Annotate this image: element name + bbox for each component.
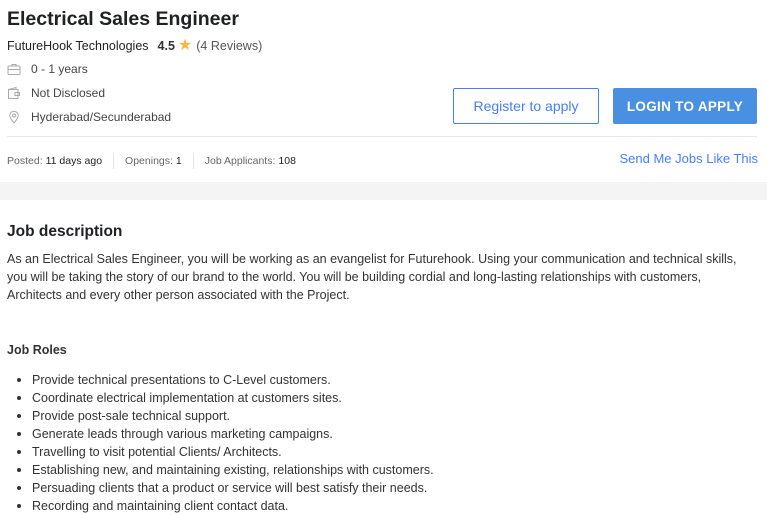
openings-label: Openings: [125, 155, 173, 167]
send-me-jobs-like-this-link[interactable]: Send Me Jobs Like This [620, 151, 759, 166]
list-item: Establishing new, and maintaining existi… [7, 461, 434, 479]
register-to-apply-button[interactable]: Register to apply [453, 88, 599, 124]
job-description-text: As an Electrical Sales Engineer, you wil… [7, 252, 737, 302]
company-name[interactable]: FutureHook Technologies [7, 39, 149, 53]
job-title: Electrical Sales Engineer [7, 8, 239, 30]
job-roles-list: Provide technical presentations to C-Lev… [7, 371, 434, 515]
posted-value: 11 days ago [45, 155, 103, 167]
job-roles-heading: Job Roles [7, 343, 67, 357]
applicants-label: Job Applicants: [204, 155, 276, 167]
applicants-stat: Job Applicants: 108 [205, 155, 296, 167]
briefcase-icon [7, 64, 21, 75]
job-description-heading: Job description [7, 223, 123, 240]
company-rating: 4.5 [157, 39, 175, 53]
wallet-icon [8, 86, 20, 99]
openings-value: 1 [175, 155, 182, 167]
divider [7, 136, 757, 137]
location-value[interactable]: Hyderabad/Secunderabad [31, 110, 171, 124]
list-item: Travelling to visit potential Clients/ A… [7, 443, 434, 461]
salary-row: Not Disclosed [7, 86, 105, 100]
job-stats: Posted: 11 days ago Openings: 1 Job Appl… [7, 153, 296, 169]
job-header-card: Electrical Sales Engineer FutureHook Tec… [0, 0, 767, 182]
list-item: Provide post-sale technical support. [7, 407, 434, 425]
reviews-link[interactable]: (4 Reviews) [196, 39, 262, 53]
list-item: Provide technical presentations to C-Lev… [7, 371, 434, 389]
stat-separator [113, 153, 115, 169]
openings-stat: Openings: 1 [125, 155, 182, 167]
list-item: Coordinate electrical implementation at … [7, 389, 434, 407]
experience-row: 0 - 1 years [7, 62, 88, 76]
company-row: FutureHook Technologies 4.5 ★ (4 Reviews… [7, 37, 262, 54]
posted-stat: Posted: 11 days ago [7, 155, 102, 167]
applicants-value: 108 [278, 155, 296, 167]
location-row: Hyderabad/Secunderabad [7, 110, 171, 124]
salary-value: Not Disclosed [31, 86, 106, 100]
posted-label: Posted: [7, 155, 43, 167]
star-icon: ★ [177, 37, 193, 54]
location-pin-icon [9, 110, 19, 124]
list-item: Recording and maintaining client contact… [7, 497, 434, 515]
list-item: Generate leads through various marketing… [7, 425, 434, 443]
experience-value: 0 - 1 years [31, 62, 88, 76]
list-item: Persuading clients that a product or ser… [7, 479, 434, 497]
login-to-apply-button[interactable]: LOGIN TO APPLY [613, 88, 757, 124]
section-gap [0, 182, 767, 200]
stat-separator [192, 153, 194, 169]
